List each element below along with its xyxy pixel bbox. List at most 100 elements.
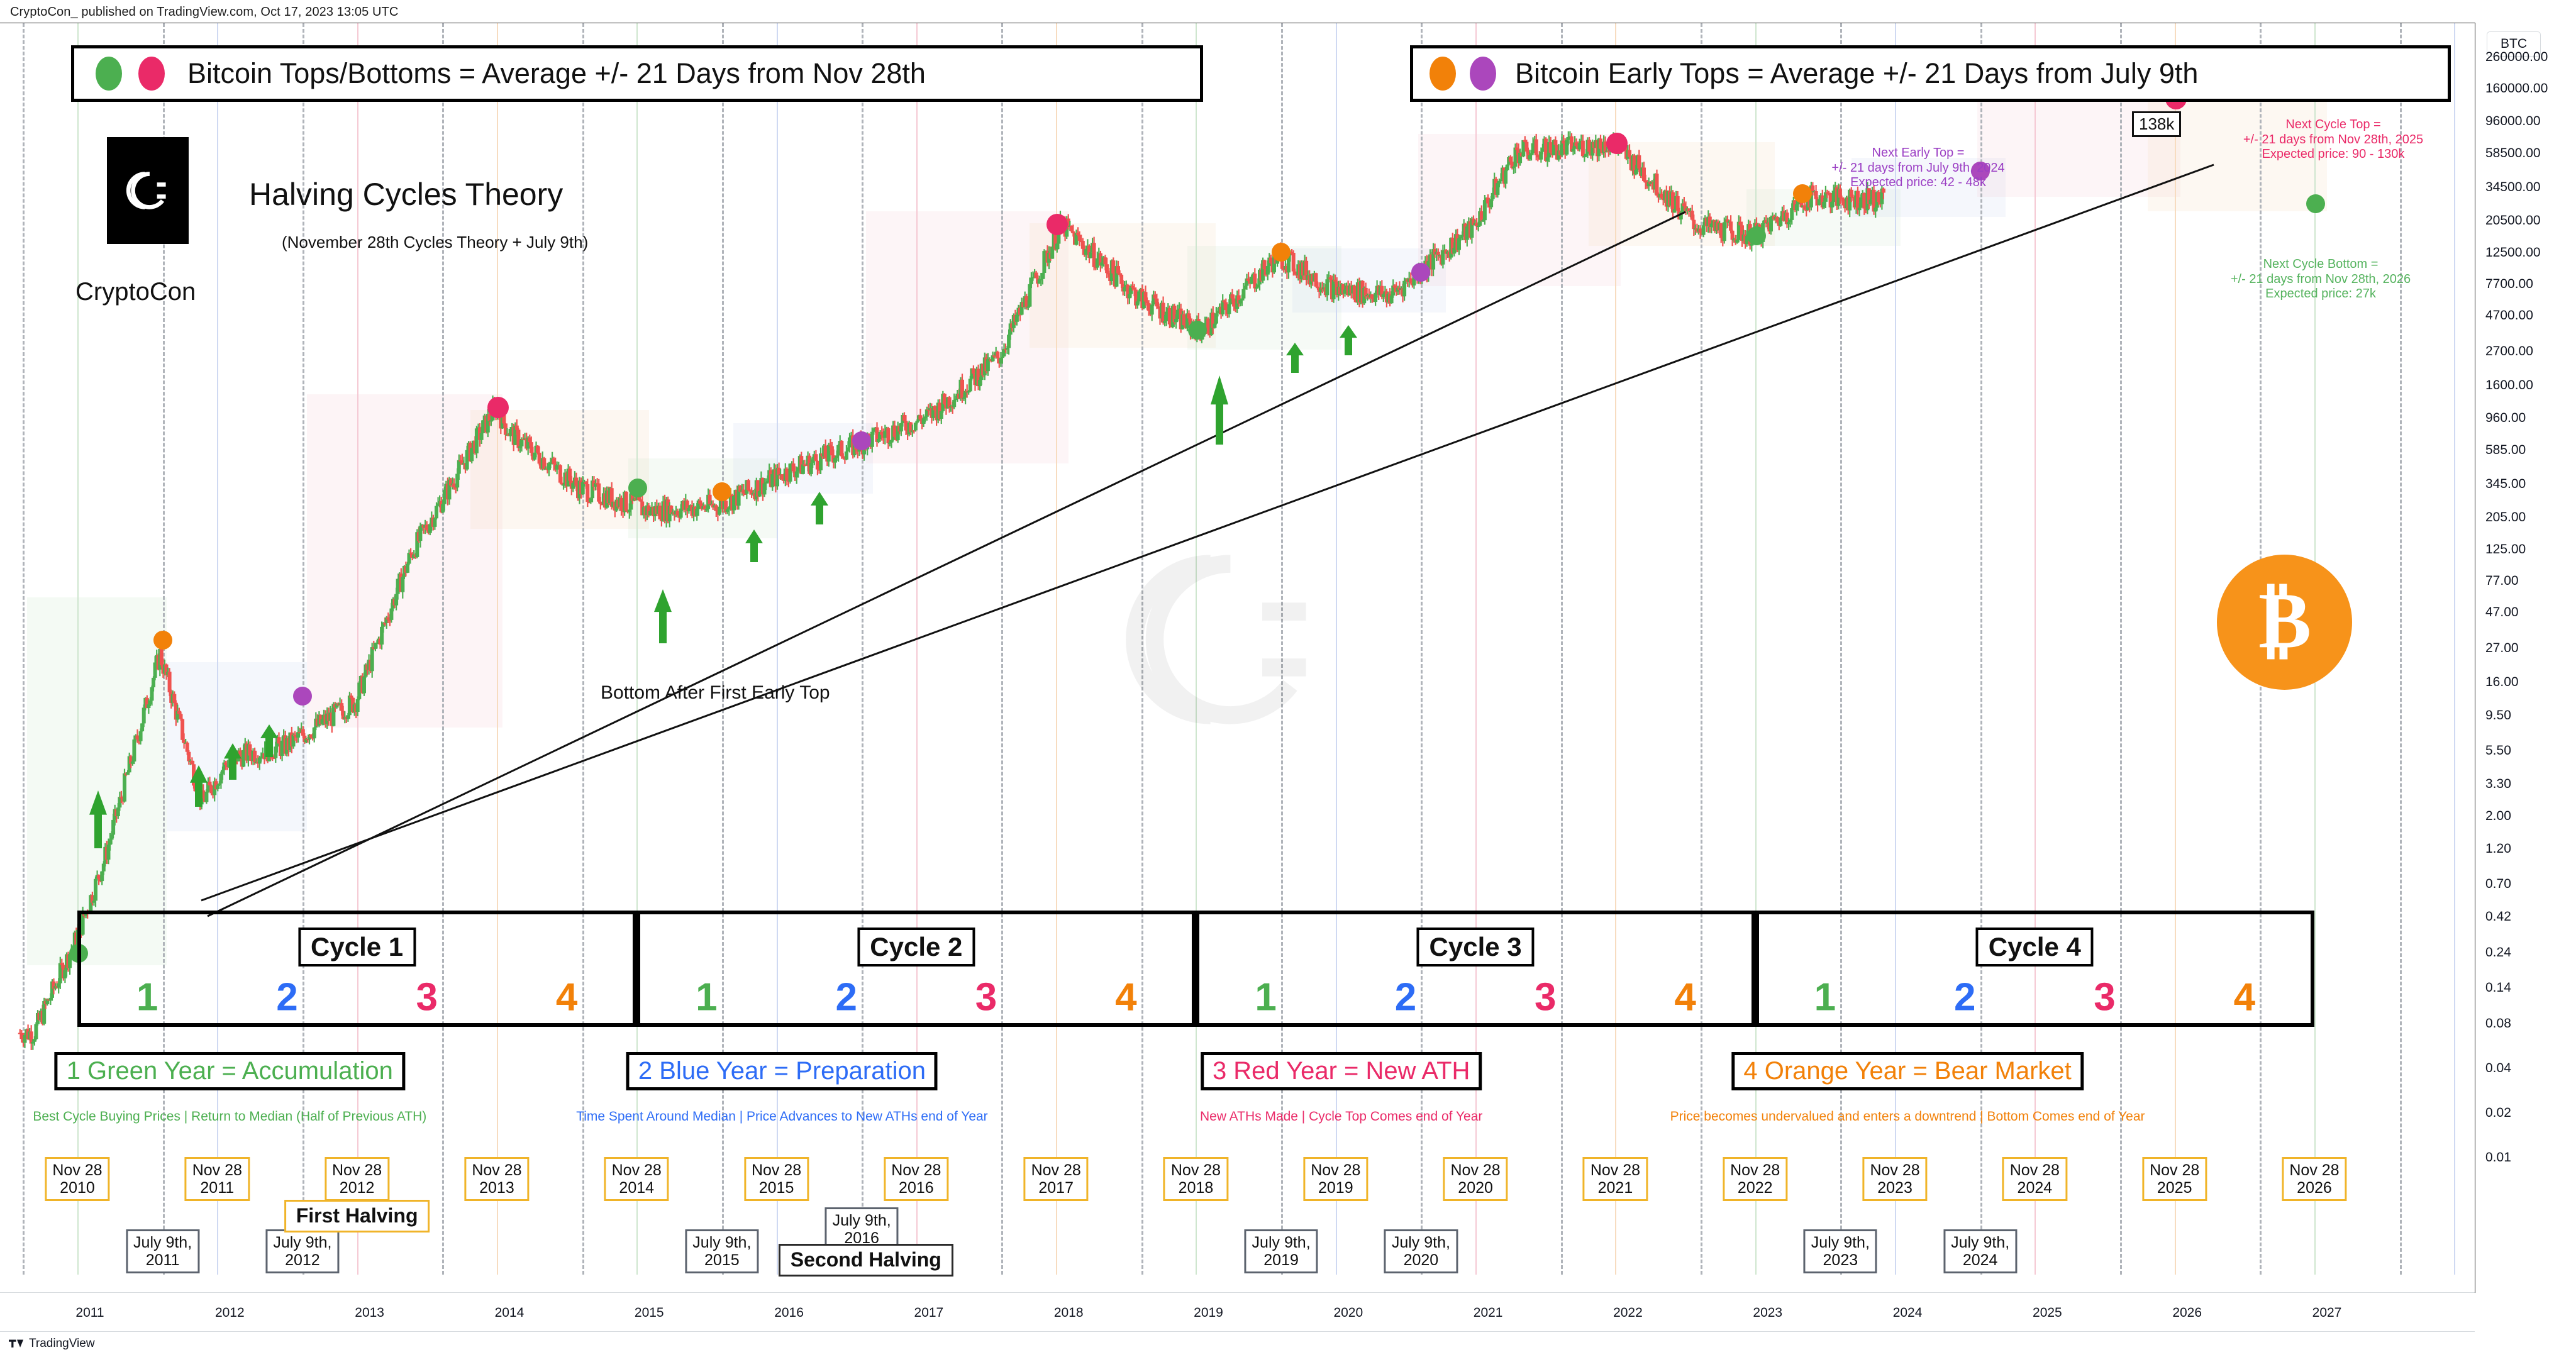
price-tick: 0.02 (2485, 1105, 2511, 1120)
legend-tops-bottoms: Bitcoin Tops/Bottoms = Average +/- 21 Da… (71, 45, 1203, 102)
time-tick: 2023 (1753, 1305, 1783, 1320)
time-tick: 2021 (1473, 1305, 1503, 1320)
proj-line-1: Next Early Top = (1872, 146, 1965, 160)
price-axis[interactable]: BTC 260000.00 160000.00 96000.00 58500.00 34… (2475, 23, 2576, 1293)
green-up-arrow-icon (1211, 375, 1229, 445)
chart-plot-area[interactable]: ₿ Bottom After First Early Top 138k Next… (0, 23, 2475, 1293)
legend-label-tops-bottoms: Bitcoin Tops/Bottoms = Average +/- 21 Da… (187, 57, 926, 89)
time-tick: 2024 (1892, 1305, 1923, 1320)
price-tick: 1.20 (2485, 841, 2511, 856)
price-tick: 2.00 (2485, 808, 2511, 823)
legend-early-tops: Bitcoin Early Tops = Average +/- 21 Days… (1410, 45, 2451, 102)
price-tick: 0.08 (2485, 1016, 2511, 1031)
time-tick: 2012 (214, 1305, 245, 1320)
proj-line-2: +/- 21 days from July 9th, 2024 (1831, 160, 2005, 175)
time-tick: 2020 (1333, 1305, 1363, 1320)
green-up-arrow-icon (223, 743, 242, 780)
price-tick: 205.00 (2485, 510, 2526, 525)
time-tick: 2014 (494, 1305, 525, 1320)
price-tick: 0.14 (2485, 980, 2511, 995)
tradingview-mark-icon (9, 1339, 24, 1348)
green-up-arrow-icon (1339, 325, 1357, 355)
early-top-dot-purple (292, 687, 312, 706)
price-tick: 34500.00 (2485, 180, 2541, 195)
early-top-dot-orange (1272, 243, 1291, 262)
cycle-bottom-dot-green (628, 478, 648, 497)
proj-line-3: Expected price: 42 - 48k (1850, 175, 1986, 190)
price-tick: 4700.00 (2485, 308, 2533, 323)
price-tick: 5.50 (2485, 743, 2511, 758)
projection-next-cycle-bottom: Next Cycle Bottom = +/- 21 days from Nov… (2189, 257, 2453, 302)
green-up-arrow-icon (89, 790, 108, 848)
cycle-top-dot-red (487, 396, 509, 418)
annotation-bottom-after-first-early-top: Bottom After First Early Top (601, 682, 830, 703)
time-tick: 2018 (1053, 1305, 1084, 1320)
price-tick: 345.00 (2485, 477, 2526, 492)
price-tick: 585.00 (2485, 442, 2526, 457)
price-tick: 0.70 (2485, 876, 2511, 891)
price-tick: 7700.00 (2485, 276, 2533, 291)
time-tick: 2016 (774, 1305, 804, 1320)
green-up-arrow-icon (260, 724, 278, 757)
legend-dot-orange (1430, 57, 1456, 91)
green-up-arrow-icon (654, 589, 672, 643)
price-tick: 16.00 (2485, 674, 2519, 689)
green-up-arrow-icon (811, 492, 829, 524)
time-tick: 2013 (355, 1305, 384, 1320)
bitcoin-logo-icon: ₿ (2217, 555, 2352, 690)
price-tick: 96000.00 (2485, 114, 2541, 129)
proj-line-2: +/- 21 days from Nov 28th, 2026 (2230, 272, 2411, 286)
time-tick: 2017 (914, 1305, 944, 1320)
tradingview-chart-screenshot: CryptoCon_ published on TradingView.com,… (0, 0, 2576, 1357)
price-tick: 3.30 (2485, 776, 2511, 791)
price-flag-138k: 138k (2132, 111, 2182, 137)
cycle-top-dot-red (1046, 214, 1069, 236)
time-tick: 2026 (2172, 1305, 2202, 1320)
time-tick: 2019 (1194, 1305, 1223, 1320)
price-tick: 0.24 (2485, 945, 2511, 960)
cycle-top-dot-red (1606, 132, 1628, 154)
price-tick: 160000.00 (2485, 80, 2548, 96)
price-tick: 0.42 (2485, 909, 2511, 924)
legend-dot-red (138, 57, 165, 91)
legend-dot-green (96, 57, 122, 91)
early-top-dot-purple (1411, 263, 1431, 282)
price-tick: 12500.00 (2485, 245, 2541, 260)
price-tick: 0.01 (2485, 1150, 2511, 1165)
price-series-svg (18, 131, 1885, 1050)
legend-label-early-tops: Bitcoin Early Tops = Average +/- 21 Days… (1515, 57, 2199, 89)
projection-next-cycle-top: Next Cycle Top = +/- 21 days from Nov 28… (2201, 118, 2465, 162)
projection-next-early-top: Next Early Top = +/- 21 days from July 9… (1780, 146, 2057, 191)
time-tick: 2022 (1613, 1305, 1643, 1320)
price-tick: 0.04 (2485, 1060, 2511, 1075)
price-tick: 77.00 (2485, 573, 2519, 588)
chart-pane: ₿ Bottom After First Early Top 138k Next… (0, 23, 2475, 1275)
price-tick: 47.00 (2485, 605, 2519, 620)
time-tick: 2027 (2312, 1305, 2342, 1320)
proj-line-1: Next Cycle Top = (2285, 118, 2381, 131)
proj-line-3: Expected price: 27k (2265, 287, 2376, 301)
early-top-dot-orange (153, 631, 172, 650)
price-tick: 960.00 (2485, 411, 2526, 426)
svg-text:₿: ₿ (2258, 577, 2311, 665)
green-up-arrow-icon (745, 529, 763, 562)
price-tick: 2700.00 (2485, 344, 2533, 359)
cycle-bottom-dot-green (1187, 321, 1207, 340)
proj-line-2: +/- 21 days from Nov 28th, 2025 (2243, 132, 2424, 147)
publication-line: CryptoCon_ published on TradingView.com,… (10, 5, 399, 19)
early-top-dot-orange (712, 482, 731, 501)
legend-dot-purple (1470, 57, 1496, 91)
cycle-bottom-dot-green (2306, 194, 2326, 214)
price-tick: 9.50 (2485, 708, 2511, 723)
price-tick: 20500.00 (2485, 213, 2541, 228)
cycle-bottom-dot-green (1746, 226, 1766, 246)
proj-line-3: Expected price: 90 - 130k (2262, 147, 2405, 162)
price-tick: 58500.00 (2485, 145, 2541, 160)
price-tick: 1600.00 (2485, 377, 2533, 392)
proj-line-1: Next Cycle Bottom = (2263, 257, 2379, 271)
green-up-arrow-icon (1286, 343, 1304, 373)
green-up-arrow-icon (190, 765, 208, 807)
time-tick: 2015 (634, 1305, 664, 1320)
time-axis[interactable]: 2011 2012 2013 2014 2015 2016 2017 2018 2019 2020… (0, 1293, 2475, 1332)
tradingview-logo: TradingView (9, 1337, 95, 1351)
